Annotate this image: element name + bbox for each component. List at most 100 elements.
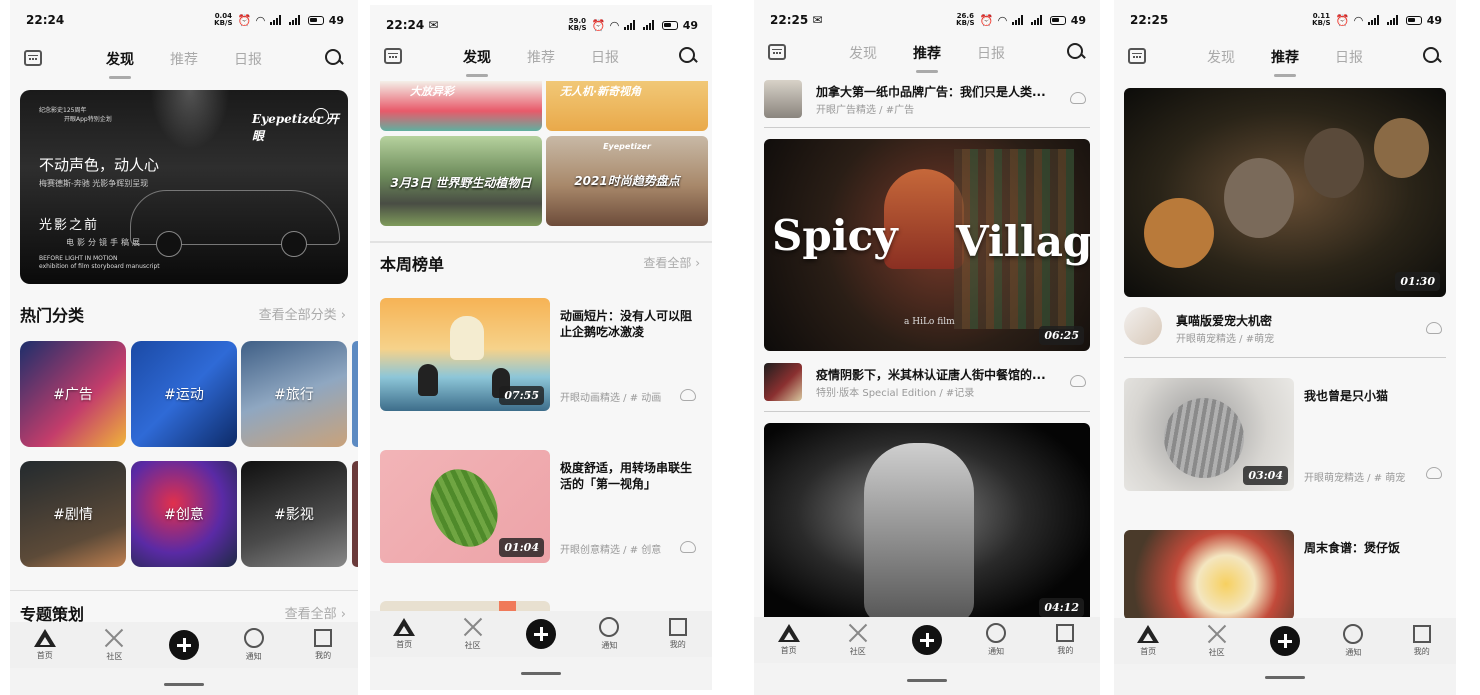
video-meta: 开眼萌宠精选 / #萌宠 [1176,334,1275,345]
home-triangle-icon [777,624,800,642]
search-icon[interactable] [324,48,344,68]
home-indicator[interactable] [907,679,947,682]
car-outline-image [130,190,340,257]
nav-notify[interactable]: 通知 [226,628,282,662]
nav-mine[interactable]: 我的 [650,618,706,650]
share-icon[interactable] [680,541,696,553]
bottom-nav: 首页 社区 通知 我的 [10,622,358,668]
tab-daily[interactable]: 日报 [977,43,1005,73]
tab-daily[interactable]: 日报 [591,47,619,77]
topic-card-wildlife[interactable]: 3月3日 世界野生动植物日 [380,136,542,226]
nav-mine[interactable]: 我的 [1394,625,1450,657]
see-all-categories-link[interactable]: 查看全部分类 › [259,304,346,323]
video-title[interactable]: 真喵版爱宠大机密 [1176,313,1426,329]
author-avatar[interactable] [1124,307,1162,345]
category-tile-creative[interactable]: #创意 [131,461,237,567]
calendar-icon[interactable] [768,44,786,60]
weekly-ranking-title: 本周榜单 [380,255,445,274]
video-title[interactable]: 疫情阴影下，米其林认证唐人街中餐馆的... [816,367,1066,383]
nav-publish[interactable] [513,619,569,649]
video-thumbnail[interactable] [1124,530,1294,620]
search-icon[interactable] [1066,42,1086,62]
banner-small-text: 开眼App特别企划 [64,116,112,123]
tab-discover[interactable]: 发现 [1207,47,1235,77]
tab-daily[interactable]: 日报 [234,49,262,79]
nav-home[interactable]: 首页 [17,629,73,661]
nav-community[interactable]: 社区 [445,617,501,651]
tab-recommend[interactable]: 推荐 [527,47,555,77]
calendar-icon[interactable] [384,48,402,64]
nav-home[interactable]: 首页 [1120,625,1176,657]
video-title[interactable]: 周末食谱：煲仔饭 [1304,540,1444,556]
search-icon[interactable] [678,46,698,66]
see-all-weekly-link[interactable]: 查看全部 › [643,254,700,271]
see-all-topics-link[interactable]: 查看全部 › [285,603,346,622]
share-icon[interactable] [1070,92,1086,104]
home-triangle-icon [33,629,56,647]
nav-home[interactable]: 首页 [376,618,432,650]
tab-discover[interactable]: 发现 [849,43,877,73]
video-title[interactable]: 加拿大第一纸巾品牌广告：我们只是人类... [816,84,1066,100]
community-cross-icon [848,623,868,643]
share-icon[interactable] [1426,467,1442,479]
video-thumbnail[interactable]: 01:04 [380,450,550,563]
category-tile-ads[interactable]: #广告 [20,341,126,447]
featured-video[interactable]: 01:30 [1124,88,1446,297]
nav-notify[interactable]: 通知 [968,623,1024,657]
featured-video[interactable]: Spicy Village a HiLo film 06:25 [764,139,1090,351]
video-thumbnail[interactable]: 07:55 [380,298,550,411]
status-bar: 22:24 0.04 KB/S ⏰ ◠ 49 [10,0,358,40]
penguin-shape [418,364,438,396]
nav-publish[interactable] [1257,626,1313,656]
nav-notify[interactable]: 通知 [1325,624,1381,658]
search-icon[interactable] [1422,46,1442,66]
category-tile-partial[interactable] [352,341,358,447]
share-icon[interactable] [1426,322,1442,334]
topic-card-partial[interactable]: 无人机·新奇视角 [546,81,708,131]
signal-icon [623,20,638,30]
topic-card-partial[interactable]: 大放异彩 [380,81,542,131]
author-avatar[interactable] [764,363,802,401]
video-title[interactable]: 极度舒适，用转场串联生活的「第一视角」 [560,460,702,492]
promo-banner[interactable]: 纪念影史125周年 开眼App特别企划 Eyepetizer 开眼 不动声色，动… [20,90,348,284]
share-icon[interactable] [1070,375,1086,387]
featured-video[interactable]: 04:12 [764,423,1090,623]
video-title[interactable]: 动画短片：没有人可以阻止企鹅吃冰激凌 [560,308,702,340]
tab-discover[interactable]: 发现 [106,49,134,79]
cactus-shape [418,458,510,558]
category-tile-sports[interactable]: #运动 [131,341,237,447]
battery-icon [1405,15,1422,25]
network-speed: 59.0 KB/S [568,17,587,32]
nav-home[interactable]: 首页 [761,624,817,656]
topic-card-fashion[interactable]: Eyepetizer 2021时尚趋势盘点 [546,136,708,226]
share-icon[interactable] [680,389,696,401]
category-tile-film[interactable]: #影视 [241,461,347,567]
video-title[interactable]: 我也曾是只小猫 [1304,388,1444,404]
nav-publish[interactable] [156,630,212,660]
video-thumbnail[interactable]: 03:04 [1124,378,1294,491]
tab-daily[interactable]: 日报 [1335,47,1363,77]
tab-recommend[interactable]: 推荐 [1271,47,1299,77]
author-avatar[interactable] [764,80,802,118]
tab-recommend[interactable]: 推荐 [170,49,198,79]
nav-community[interactable]: 社区 [1189,624,1245,658]
video-meta: 开眼萌宠精选 / # 萌宠 [1304,473,1406,484]
category-tile-travel[interactable]: #旅行 [241,341,347,447]
home-indicator[interactable] [521,672,561,675]
home-indicator[interactable] [164,683,204,686]
category-tile-drama[interactable]: #剧情 [20,461,126,567]
network-speed: 26.6 KB/S [956,12,975,27]
tab-discover[interactable]: 发现 [463,47,491,77]
nav-community[interactable]: 社区 [830,623,886,657]
nav-publish[interactable] [899,625,955,655]
calendar-icon[interactable] [1128,48,1146,64]
home-indicator[interactable] [1265,676,1305,679]
nav-community[interactable]: 社区 [86,628,142,662]
tab-recommend[interactable]: 推荐 [913,43,941,73]
calendar-icon[interactable] [24,50,42,66]
category-tile-partial[interactable] [352,461,358,567]
nav-notify[interactable]: 通知 [581,617,637,651]
network-speed: 0.04 KB/S [214,12,233,27]
nav-mine[interactable]: 我的 [1037,624,1093,656]
nav-mine[interactable]: 我的 [295,629,351,661]
